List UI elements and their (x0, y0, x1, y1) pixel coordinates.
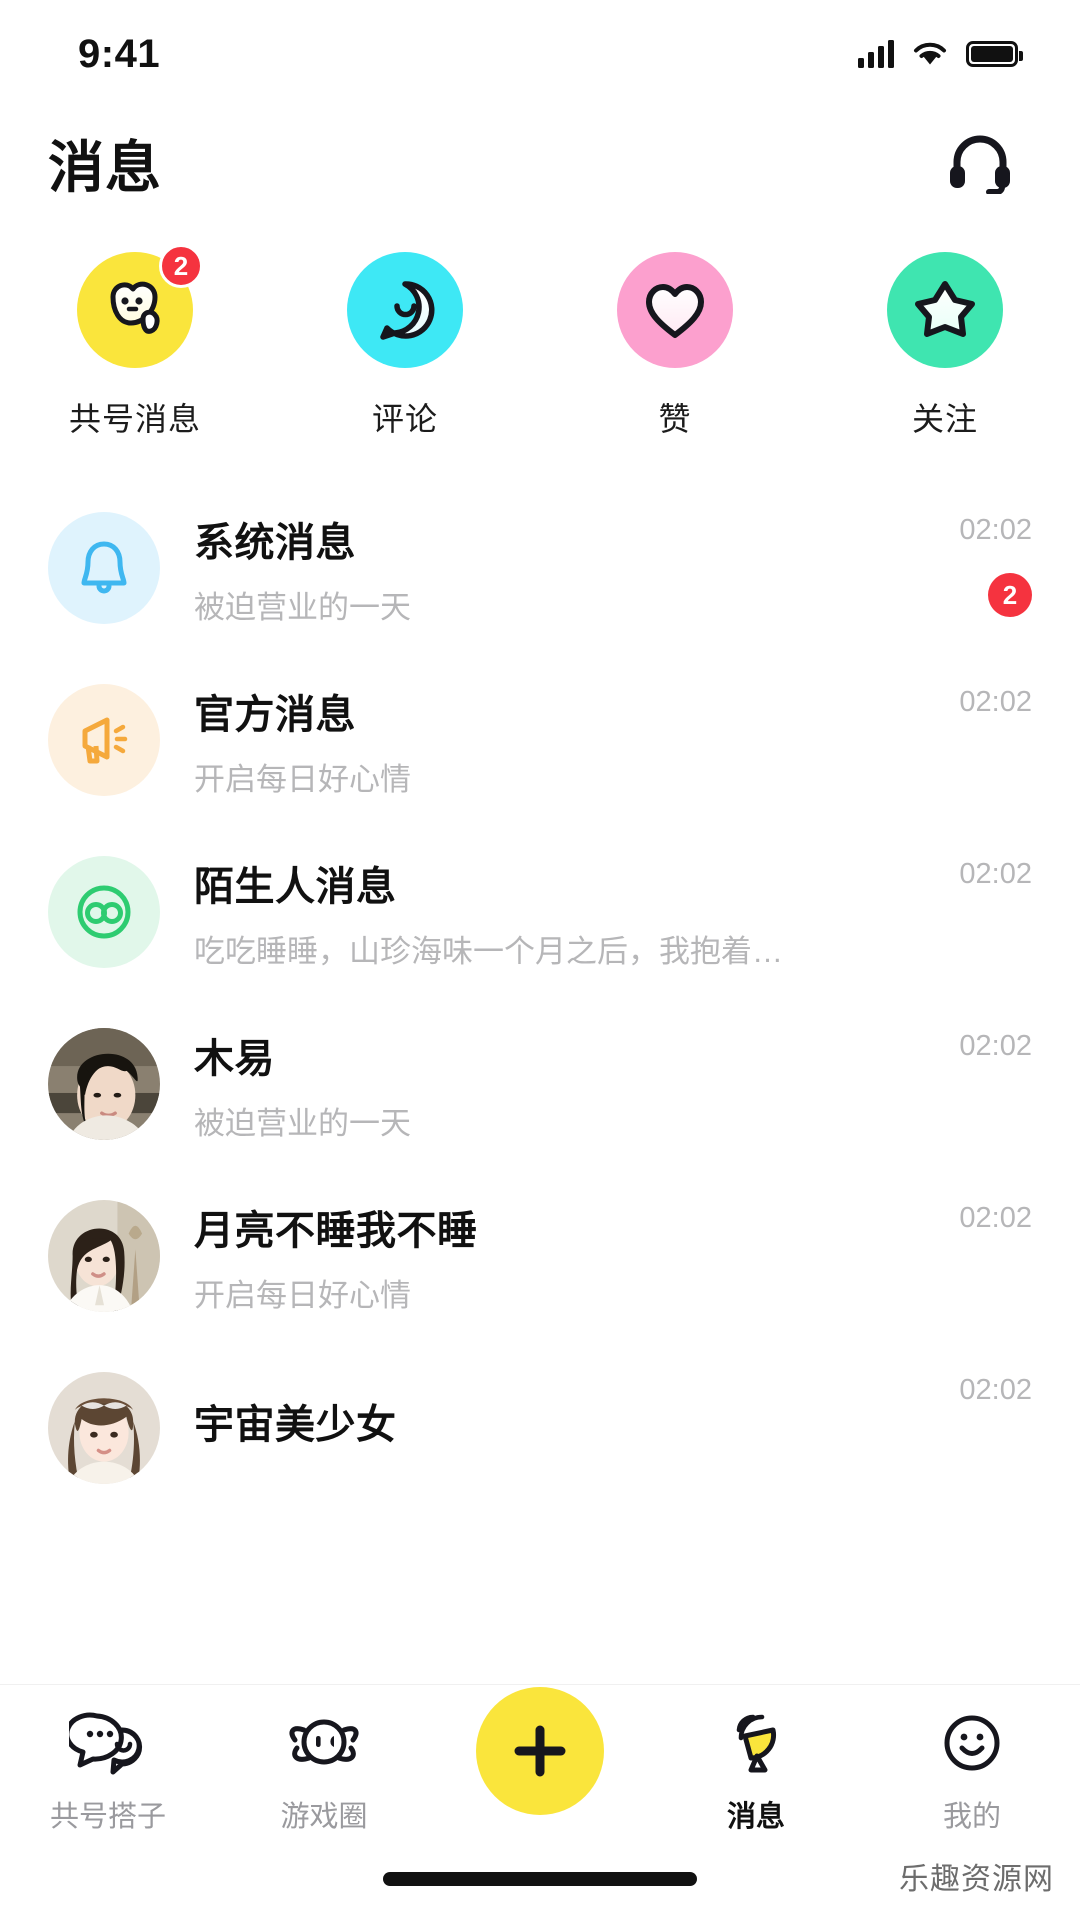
satellite-dish-icon (721, 1705, 791, 1781)
message-time: 02:02 (959, 514, 1032, 546)
message-time: 02:02 (959, 1202, 1032, 1234)
tab-game-circle[interactable]: 游戏圈 (216, 1705, 432, 1835)
double-chat-bubble-icon (69, 1705, 147, 1781)
wifi-icon (914, 42, 946, 65)
message-row-system[interactable]: 系统消息 被迫营业的一天 02:02 2 (0, 482, 1080, 654)
megaphone-icon (82, 717, 128, 764)
message-body: 陌生人消息 吃吃睡睡，山珍海味一个月之后，我抱着… (194, 854, 912, 971)
message-title: 陌生人消息 (194, 864, 397, 909)
tab-profile[interactable]: 我的 (864, 1705, 1080, 1835)
message-preview: 被迫营业的一天 (194, 589, 411, 625)
category-circle[interactable] (887, 252, 1003, 368)
message-time: 02:02 (959, 1374, 1032, 1406)
tab-label: 我的 (942, 1801, 1001, 1833)
tab-create-button[interactable] (432, 1687, 648, 1827)
message-list: 系统消息 被迫营业的一天 02:02 2 官方消息 开启每日好心情 02:02 (0, 482, 1080, 1514)
category-item-shared-account[interactable]: 2 共号消息 (0, 244, 270, 440)
smile-bubble-icon (380, 281, 435, 340)
headset-icon[interactable] (938, 121, 1022, 205)
message-row-stranger[interactable]: 陌生人消息 吃吃睡睡，山珍海味一个月之后，我抱着… 02:02 (0, 826, 1080, 998)
category-label: 评论 (371, 401, 438, 437)
page-title: 消息 (48, 135, 162, 199)
heart-icon (646, 284, 704, 338)
message-body: 月亮不睡我不睡 开启每日好心情 (194, 1198, 912, 1315)
category-label: 共号消息 (68, 401, 201, 437)
user-photo-male (48, 1028, 160, 1140)
signal-bars-icon (858, 40, 894, 68)
status-icons (858, 40, 1023, 68)
message-body: 系统消息 被迫营业的一天 (194, 510, 912, 627)
message-preview: 开启每日好心情 (194, 1277, 411, 1313)
message-body: 官方消息 开启每日好心情 (194, 682, 912, 799)
avatar (48, 856, 160, 968)
avatar[interactable] (48, 1200, 160, 1312)
message-preview: 被迫营业的一天 (194, 1105, 411, 1141)
message-meta: 02:02 (912, 676, 1032, 719)
category-label: 赞 (658, 401, 692, 437)
message-title: 官方消息 (194, 692, 356, 737)
message-preview: 吃吃睡睡，山珍海味一个月之后，我抱着… (194, 933, 783, 969)
message-body: 宇宙美少女 (194, 1392, 912, 1464)
category-badge: 2 (159, 244, 203, 288)
message-meta: 02:02 (912, 1192, 1032, 1235)
app-header: 消息 (0, 108, 1080, 218)
category-circle[interactable]: 2 (77, 244, 203, 368)
tab-label: 游戏圈 (280, 1801, 368, 1833)
tab-shared-account-buddy[interactable]: 共号搭子 (0, 1705, 216, 1835)
status-time: 9:41 (78, 31, 161, 76)
message-time: 02:02 (959, 858, 1032, 890)
message-meta: 02:02 (912, 1020, 1032, 1063)
message-row-user[interactable]: 宇宙美少女 02:02 (0, 1342, 1080, 1514)
avatar (48, 512, 160, 624)
user-photo-female-1 (48, 1200, 160, 1312)
message-title: 宇宙美少女 (194, 1403, 397, 1447)
message-title: 系统消息 (194, 520, 356, 565)
category-item-likes[interactable]: 赞 (540, 252, 810, 440)
tab-messages[interactable]: 消息 (648, 1705, 864, 1835)
avatar[interactable] (48, 1372, 160, 1484)
message-meta: 02:02 (912, 848, 1032, 891)
watermark: 乐趣资源网 (899, 1863, 1054, 1896)
message-body: 木易 被迫营业的一天 (194, 1026, 912, 1143)
category-item-follows[interactable]: 关注 (810, 252, 1080, 440)
bell-icon (81, 541, 127, 594)
message-row-official[interactable]: 官方消息 开启每日好心情 02:02 (0, 654, 1080, 826)
avatar[interactable] (48, 1028, 160, 1140)
category-label: 关注 (911, 401, 978, 437)
tab-label: 共号搭子 (49, 1801, 166, 1833)
message-preview: 开启每日好心情 (194, 761, 411, 797)
category-row: 2 共号消息 评论 赞 关注 (0, 224, 1080, 452)
message-time: 02:02 (959, 1030, 1032, 1062)
status-bar: 9:41 (0, 0, 1080, 108)
message-time: 02:02 (959, 686, 1032, 718)
tab-label: 消息 (726, 1801, 785, 1833)
infinity-eyes-icon (77, 885, 131, 939)
category-circle[interactable] (347, 252, 463, 368)
message-meta: 02:02 2 (912, 504, 1032, 617)
star-icon (915, 281, 975, 337)
message-title: 木易 (194, 1036, 275, 1081)
home-indicator (383, 1872, 697, 1886)
battery-full-icon (966, 41, 1023, 67)
smiley-face-icon (939, 1705, 1005, 1781)
category-item-comments[interactable]: 评论 (270, 252, 540, 440)
message-meta: 02:02 (912, 1364, 1032, 1407)
message-row-user[interactable]: 月亮不睡我不睡 开启每日好心情 02:02 (0, 1170, 1080, 1342)
message-title: 月亮不睡我不睡 (194, 1208, 478, 1253)
planet-face-icon (287, 1705, 361, 1781)
avatar (48, 684, 160, 796)
plus-icon[interactable] (476, 1687, 604, 1815)
user-photo-female-2 (48, 1372, 160, 1484)
message-row-user[interactable]: 木易 被迫营业的一天 02:02 (0, 998, 1080, 1170)
message-unread-badge: 2 (988, 573, 1032, 617)
blob-face-icon (110, 281, 160, 334)
category-circle[interactable] (617, 252, 733, 368)
